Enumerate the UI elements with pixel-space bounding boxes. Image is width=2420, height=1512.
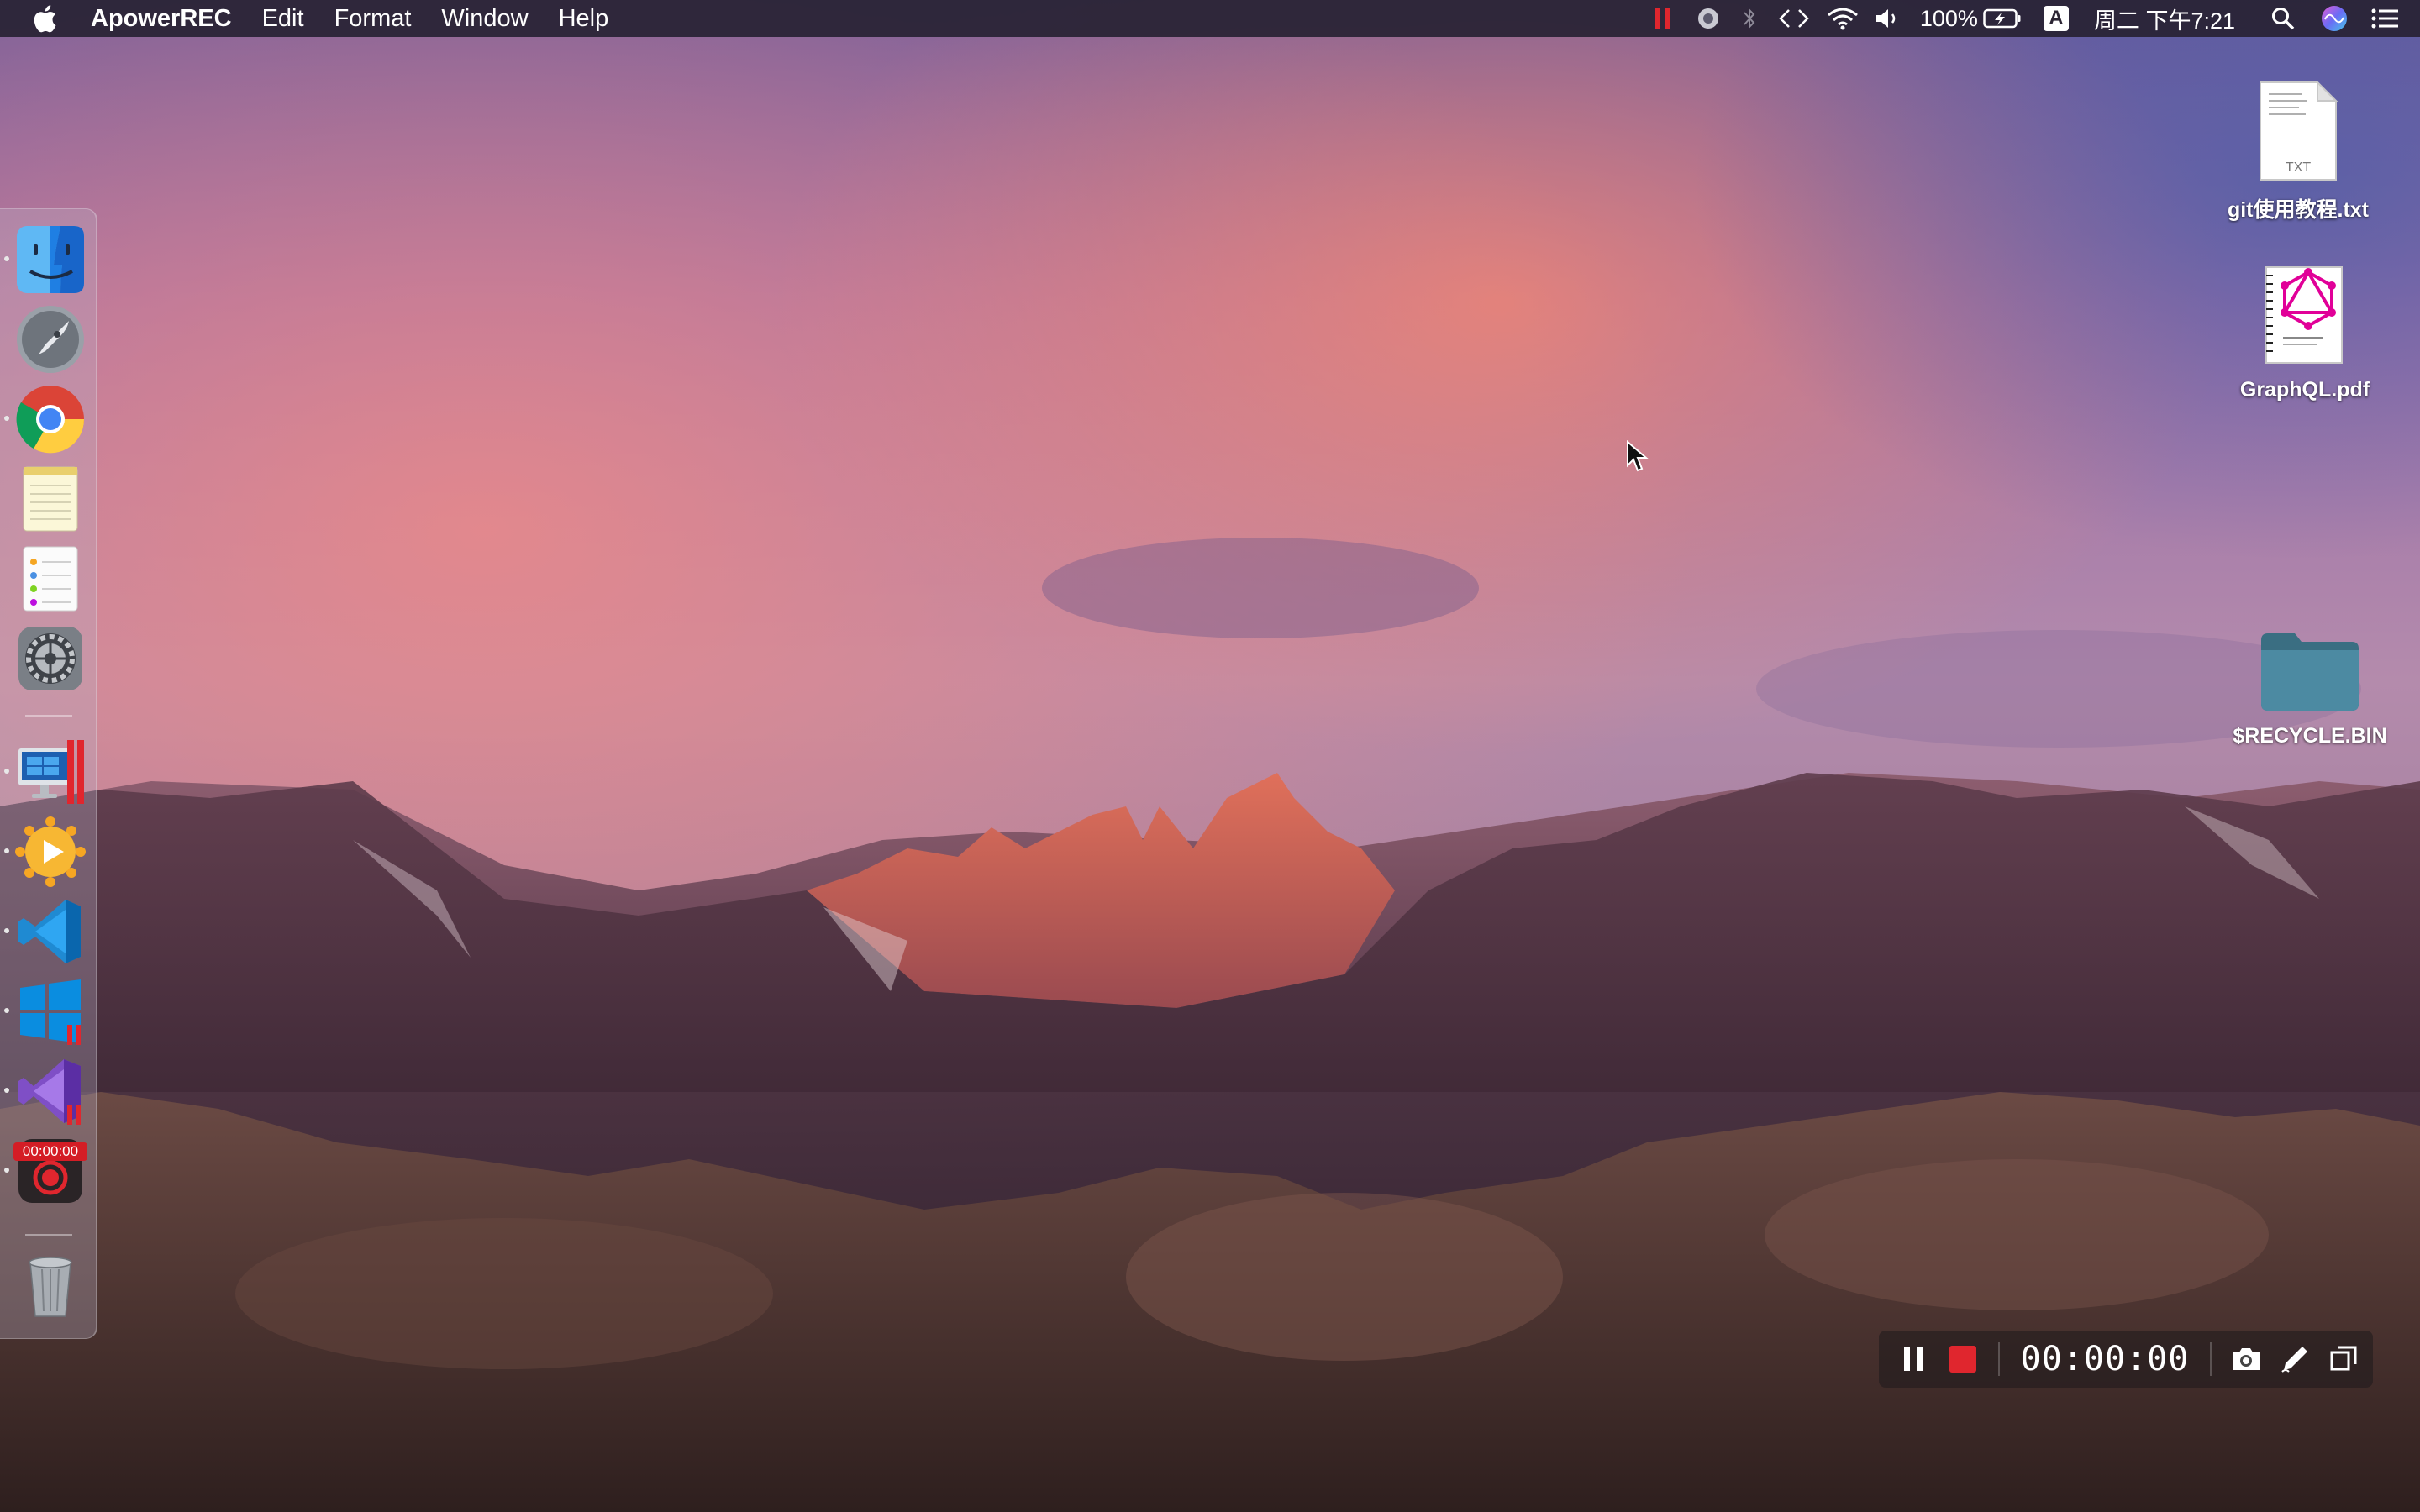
menu-help[interactable]: Help [559, 5, 609, 33]
dock-windows-vm[interactable] [4, 976, 86, 1047]
vscode-icon [18, 900, 81, 963]
recording-time: 00:00:00 [2020, 1340, 2190, 1378]
window-toggle-icon [2330, 1346, 2357, 1371]
notification-center-icon[interactable] [2370, 0, 2400, 37]
stop-icon [1949, 1346, 1976, 1373]
txt-document-icon: TXT [2260, 81, 2338, 181]
dock-launchpad[interactable] [15, 304, 86, 375]
desktop-wallpaper [0, 0, 2420, 1512]
remote-desktop-monitor-icon [18, 740, 84, 804]
volume-icon[interactable] [1873, 0, 1903, 37]
notes-icon [23, 466, 78, 532]
windows-logo-icon [20, 979, 81, 1045]
mouse-cursor-icon [1627, 440, 1649, 472]
recording-pause-status-icon[interactable] [1653, 0, 1673, 37]
dock-separator [25, 715, 72, 717]
desktop-file-graphql-pdf[interactable]: GraphQL.pdf [2225, 265, 2385, 402]
dock-finder[interactable] [4, 224, 86, 295]
apple-menu-icon[interactable] [32, 4, 66, 33]
battery-charging-icon[interactable] [1983, 0, 2022, 37]
screenshot-button[interactable] [2222, 1331, 2270, 1388]
wifi-icon[interactable] [1826, 0, 1860, 37]
running-indicator [4, 1088, 9, 1093]
screen-record-status-icon[interactable] [1695, 0, 1722, 37]
menu-bar: ApowerREC Edit Format Window Help 100% A [0, 0, 2420, 37]
dock-system-preferences[interactable] [15, 623, 86, 694]
pen-icon [2281, 1347, 2307, 1373]
menu-format[interactable]: Format [334, 5, 412, 33]
chrome-icon [16, 386, 85, 454]
spotlight-search-icon[interactable] [2269, 0, 2297, 37]
dock-apowerrec[interactable]: 00:00:00 [4, 1136, 87, 1206]
dock-chrome[interactable] [4, 384, 86, 454]
dock-reminders[interactable] [15, 543, 86, 614]
desktop-file-label: git使用教程.txt [2227, 198, 2370, 222]
stop-recording-button[interactable] [1939, 1331, 1986, 1388]
folder-icon [2261, 633, 2359, 711]
pause-recording-button[interactable] [1887, 1331, 1939, 1388]
running-indicator [4, 1168, 9, 1173]
visual-studio-icon [18, 1059, 81, 1125]
running-indicator [4, 769, 9, 774]
menu-clock[interactable]: 周二 下午7:21 [2094, 0, 2235, 37]
menu-window[interactable]: Window [441, 5, 528, 33]
battery-percent[interactable]: 100% [1920, 0, 1978, 37]
siri-icon[interactable] [2319, 0, 2349, 37]
desktop-folder-recycle-bin[interactable]: $RECYCLE.BIN [2230, 630, 2390, 748]
menu-edit[interactable]: Edit [262, 5, 304, 33]
pause-icon [1904, 1347, 1923, 1371]
dock-remote-desktop[interactable] [4, 737, 86, 807]
annotate-button[interactable] [2270, 1331, 2319, 1388]
desktop-file-label: GraphQL.pdf [2239, 378, 2370, 402]
dock-vscode[interactable] [4, 896, 86, 967]
toolbar-divider [2210, 1342, 2212, 1376]
running-indicator [4, 1008, 9, 1013]
file-type-label: TXT [2286, 160, 2311, 175]
recording-toolbar: 00:00:00 [1879, 1331, 2373, 1388]
launchpad-rocket-icon [17, 306, 84, 373]
dock-recording-timer: 00:00:00 [13, 1142, 87, 1161]
finder-icon [17, 226, 84, 293]
media-player-sun-icon [15, 816, 86, 887]
system-preferences-gear-icon [18, 627, 82, 690]
input-method-indicator[interactable]: A [2043, 6, 2069, 31]
dock-separator [25, 1234, 72, 1236]
dock-trash[interactable] [15, 1249, 86, 1320]
bluetooth-icon[interactable] [1740, 0, 1759, 37]
dock-notes[interactable] [15, 464, 86, 534]
pdf-document-icon [2265, 266, 2343, 364]
running-indicator [4, 416, 9, 421]
menu-app-name[interactable]: ApowerREC [91, 5, 232, 33]
code-brackets-icon[interactable] [1777, 0, 1811, 37]
running-indicator [4, 928, 9, 933]
reminders-icon [23, 546, 78, 612]
dock-visual-studio[interactable] [4, 1056, 86, 1126]
running-indicator [4, 848, 9, 853]
dock-media-player[interactable] [4, 816, 86, 887]
camera-icon [2233, 1348, 2260, 1370]
toggle-window-button[interactable] [2319, 1331, 2368, 1388]
desktop-file-git-txt[interactable]: TXT git使用教程.txt [2218, 81, 2378, 223]
running-indicator [4, 256, 9, 261]
desktop-file-label: $RECYCLE.BIN [2233, 724, 2387, 748]
dock: 00:00:00 [0, 208, 97, 1339]
trash-icon [29, 1257, 72, 1317]
